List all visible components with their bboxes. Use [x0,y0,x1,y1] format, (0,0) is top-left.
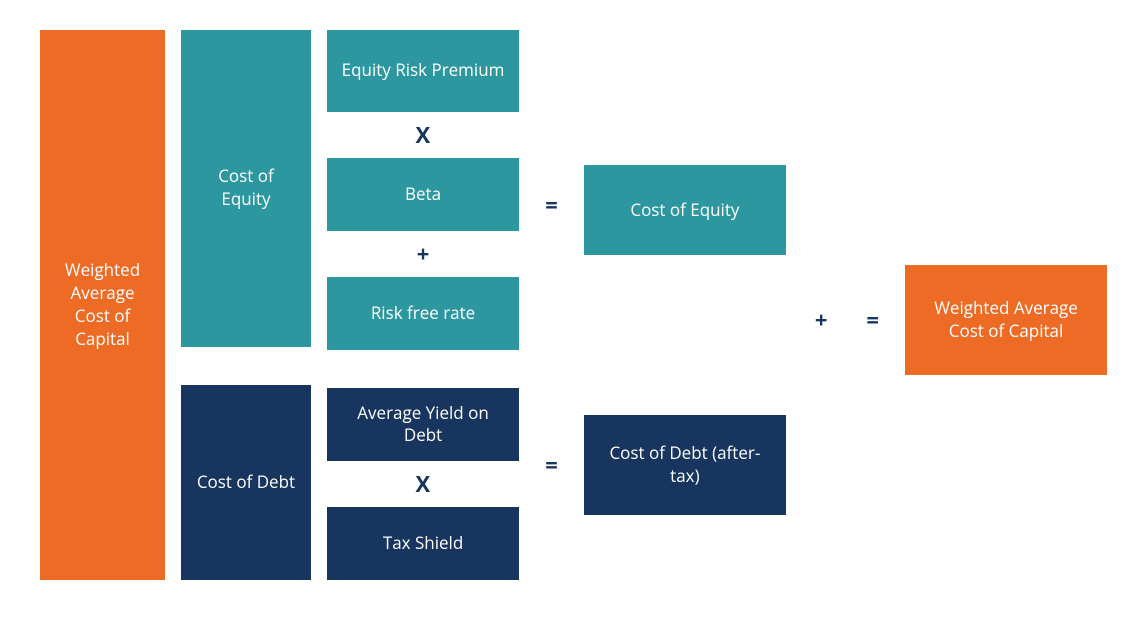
col-results: Cost of Equity Cost of Debt (after-tax) [584,30,786,580]
cost-of-equity-label: Cost of Equity [195,165,297,211]
operator-plus-combine-label: + [815,305,828,335]
risk-free-rate-box: Risk free rate [327,277,519,350]
cost-of-equity-box: Cost of Equity [181,30,311,347]
avg-yield-debt-box: Average Yield on Debt [327,388,519,461]
gap-equity-debt [181,357,311,375]
operator-equals-debt-label: = [545,450,558,480]
col-equals-1: = = [535,30,568,580]
cost-of-debt-box: Cost of Debt [181,385,311,580]
beta-box: Beta [327,158,519,231]
tax-shield-box: Tax Shield [327,507,519,580]
wacc-left-label: Weighted Average Cost of Capital [54,259,151,351]
operator-times-2-label: X [415,469,430,499]
avg-yield-debt-label: Average Yield on Debt [341,402,505,448]
wacc-diagram: Weighted Average Cost of Capital Cost of… [40,30,1107,580]
col-combine: + [802,30,840,580]
operator-equals-final-label: = [866,305,879,335]
operator-equals-equity: = [535,165,568,245]
col-equals-2: = [856,30,889,580]
wacc-left-box: Weighted Average Cost of Capital [40,30,165,580]
col-wacc-left: Weighted Average Cost of Capital [40,30,165,580]
equity-risk-premium-label: Equity Risk Premium [342,59,505,82]
tax-shield-label: Tax Shield [383,532,463,555]
operator-plus-combine: + [802,290,840,350]
beta-label: Beta [405,183,441,206]
gap-components [327,360,519,378]
col-wacc-right: Weighted Average Cost of Capital [905,30,1107,580]
wacc-right-label: Weighted Average Cost of Capital [919,297,1093,343]
col-costs: Cost of Equity Cost of Debt [181,30,311,580]
equity-risk-premium-box: Equity Risk Premium [327,30,519,112]
col-components: Equity Risk Premium X Beta + Risk free r… [327,30,519,580]
wacc-right-box: Weighted Average Cost of Capital [905,265,1107,375]
cost-of-debt-aftertax-box: Cost of Debt (after-tax) [584,415,786,515]
operator-times-2: X [327,471,519,497]
operator-plus-1: + [327,241,519,267]
operator-equals-debt: = [535,415,568,515]
cost-of-debt-aftertax-label: Cost of Debt (after-tax) [598,442,772,488]
operator-plus-1-label: + [417,239,430,269]
operator-times-1: X [327,122,519,148]
risk-free-rate-label: Risk free rate [371,302,475,325]
operator-times-1-label: X [415,120,430,150]
cost-of-debt-label: Cost of Debt [197,471,295,494]
operator-equals-equity-label: = [545,190,558,220]
cost-of-equity-result-box: Cost of Equity [584,165,786,255]
cost-of-equity-result-label: Cost of Equity [630,199,739,222]
operator-equals-final: = [856,290,889,350]
